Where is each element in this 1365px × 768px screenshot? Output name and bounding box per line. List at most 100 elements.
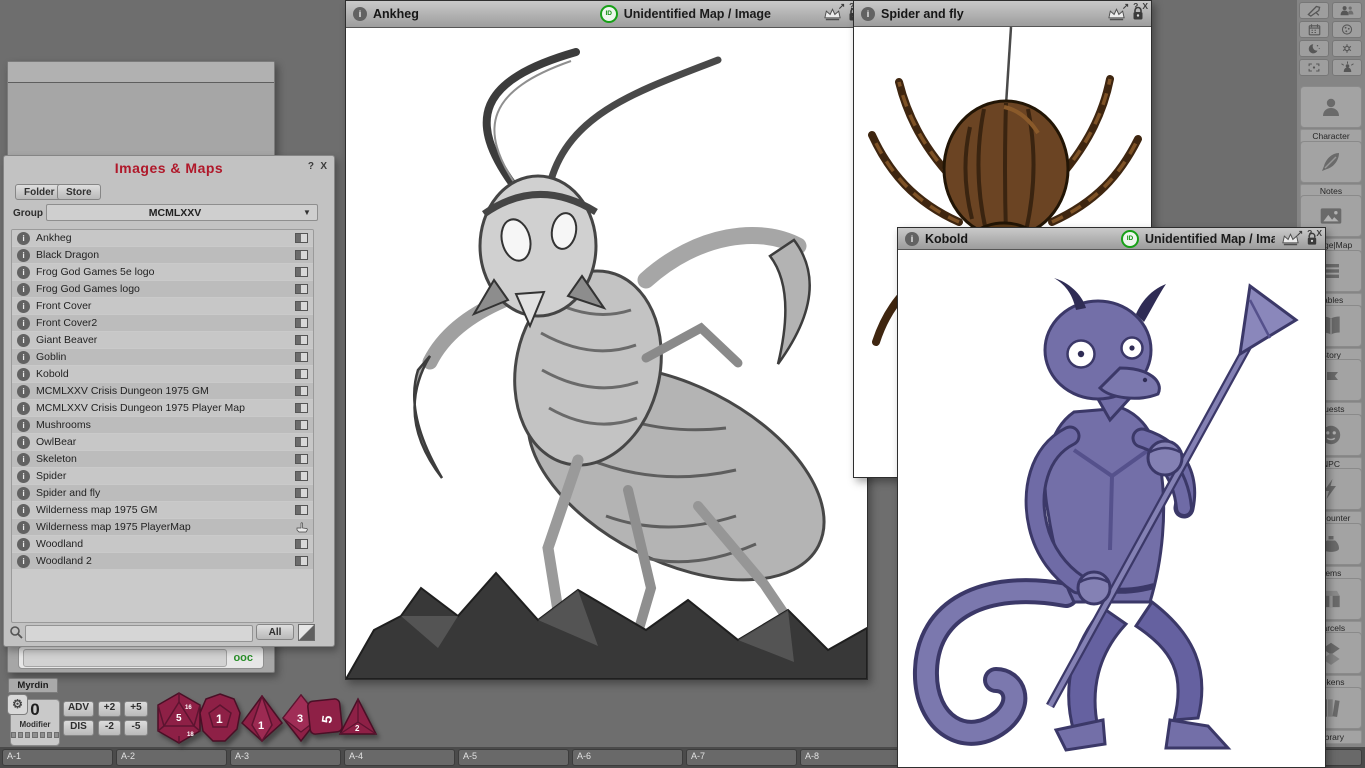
list-item[interactable]: Front Cover (12, 298, 313, 314)
minus2-button[interactable]: -2 (98, 720, 121, 736)
panel-help-button[interactable]: ? (308, 161, 314, 172)
info-icon[interactable] (17, 300, 30, 313)
chat-mode-label[interactable]: ooc (227, 652, 259, 664)
effects-button[interactable] (1299, 2, 1329, 19)
sidebar-item-character[interactable]: Character (1300, 86, 1362, 143)
disadvantage-button[interactable]: DIS (63, 720, 94, 736)
info-icon[interactable] (17, 334, 30, 347)
hotkey-slot[interactable]: A-5 (458, 749, 569, 766)
list-item[interactable]: Kobold (12, 366, 313, 382)
info-icon[interactable] (17, 470, 30, 483)
help-icon[interactable]: ? (1307, 229, 1312, 238)
d20-die[interactable]: 5 16 18 (156, 692, 202, 744)
info-icon[interactable] (17, 249, 30, 262)
info-icon[interactable] (17, 283, 30, 296)
info-icon[interactable] (17, 402, 30, 415)
ankheg-image-canvas[interactable] (346, 28, 867, 679)
ankheg-titlebar[interactable]: Ankheg ID Unidentified Map / Image ↗?X (346, 1, 867, 28)
info-icon[interactable] (17, 487, 30, 500)
panel-close-button[interactable]: X (320, 161, 327, 172)
list-item[interactable]: Spider (12, 468, 313, 484)
info-icon[interactable] (353, 7, 367, 21)
list-item[interactable]: MCMLXXV Crisis Dungeon 1975 GM (12, 383, 313, 399)
hotkey-slot[interactable]: A-3 (230, 749, 341, 766)
list-item[interactable]: MCMLXXV Crisis Dungeon 1975 Player Map (12, 400, 313, 416)
chat-input[interactable] (23, 649, 227, 667)
kobold-image-canvas[interactable] (898, 250, 1325, 767)
group-dropdown[interactable]: MCMLXXV (46, 204, 318, 221)
chat-identity-tab[interactable]: Myrdin (8, 678, 58, 693)
info-icon[interactable] (17, 538, 30, 551)
hotkey-slot[interactable]: A-4 (344, 749, 455, 766)
tokens-palette-button[interactable] (1332, 21, 1362, 38)
d10-die[interactable]: 1 (240, 695, 284, 742)
party-sheet-button[interactable] (1332, 2, 1362, 19)
diagonal-split-icon[interactable] (298, 624, 315, 641)
list-item[interactable]: Mushrooms (12, 417, 313, 433)
window-link-icon (295, 335, 308, 345)
hotkey-slot[interactable]: A-2 (116, 749, 227, 766)
hotkey-slot[interactable]: A-7 (686, 749, 797, 766)
list-item[interactable]: Wilderness map 1975 PlayerMap (12, 519, 313, 535)
list-item[interactable]: Frog God Games logo (12, 281, 313, 297)
modifier-gear-icon[interactable]: ⚙ (7, 694, 28, 715)
list-item[interactable]: Front Cover2 (12, 315, 313, 331)
info-icon[interactable] (17, 385, 30, 398)
hotkey-slot[interactable]: A-6 (572, 749, 683, 766)
close-icon[interactable]: X (1142, 2, 1148, 11)
list-item[interactable]: Black Dragon (12, 247, 313, 263)
sword-icon (1306, 4, 1322, 17)
close-icon[interactable]: X (1316, 229, 1322, 238)
d12-die[interactable]: 1 (199, 693, 241, 743)
spider-titlebar[interactable]: Spider and fly ↗?X (854, 1, 1151, 27)
list-item[interactable]: Skeleton (12, 451, 313, 467)
info-icon[interactable] (861, 7, 875, 21)
list-item[interactable]: Woodland (12, 536, 313, 552)
player-vision-button[interactable] (1332, 59, 1362, 76)
store-button[interactable]: Store (57, 184, 101, 200)
lighting-button[interactable] (1299, 40, 1329, 57)
character-icon (1319, 94, 1343, 120)
plus2-button[interactable]: +2 (98, 701, 121, 717)
list-item[interactable]: Ankheg (12, 230, 313, 246)
maximize-icon[interactable]: ↗ (838, 2, 845, 11)
hotkey-slot[interactable]: A-8 (800, 749, 911, 766)
focus-button[interactable] (1299, 59, 1329, 76)
list-item[interactable]: Wilderness map 1975 GM (12, 502, 313, 518)
list-item[interactable]: Spider and fly (12, 485, 313, 501)
info-icon[interactable] (17, 266, 30, 279)
hotkey-slot[interactable]: A-1 (2, 749, 113, 766)
list-item[interactable]: Giant Beaver (12, 332, 313, 348)
info-icon[interactable] (17, 419, 30, 432)
filter-all-button[interactable]: All (256, 624, 294, 640)
sidebar-item-notes[interactable]: Notes (1300, 141, 1362, 198)
chat-header[interactable] (8, 62, 274, 83)
info-icon[interactable] (17, 436, 30, 449)
list-item[interactable]: OwlBear (12, 434, 313, 450)
info-icon[interactable] (17, 555, 30, 568)
info-icon[interactable] (17, 351, 30, 364)
list-item[interactable]: Frog God Games 5e logo (12, 264, 313, 280)
d4-die[interactable]: 2 (338, 697, 378, 737)
info-icon[interactable] (17, 232, 30, 245)
options-button[interactable] (1332, 40, 1362, 57)
info-icon[interactable] (17, 504, 30, 517)
search-icon (9, 625, 23, 639)
info-icon[interactable] (17, 317, 30, 330)
calendar-button[interactable] (1299, 21, 1329, 38)
minus5-button[interactable]: -5 (124, 720, 148, 736)
info-icon[interactable] (17, 521, 30, 534)
info-icon[interactable] (17, 368, 30, 381)
kobold-titlebar[interactable]: Kobold ID Unidentified Map / Image ↗?X (898, 228, 1325, 250)
list-item[interactable]: Goblin (12, 349, 313, 365)
maximize-icon[interactable]: ↗ (1296, 229, 1303, 238)
advantage-button[interactable]: ADV (63, 701, 94, 717)
maximize-icon[interactable]: ↗ (1122, 2, 1129, 11)
info-icon[interactable] (905, 232, 919, 246)
info-icon[interactable] (17, 453, 30, 466)
list-item[interactable]: Woodland 2 (12, 553, 313, 569)
plus5-button[interactable]: +5 (124, 701, 148, 717)
help-icon[interactable]: ? (1133, 2, 1138, 11)
search-input[interactable] (25, 625, 253, 642)
window-link-icon (295, 556, 308, 566)
